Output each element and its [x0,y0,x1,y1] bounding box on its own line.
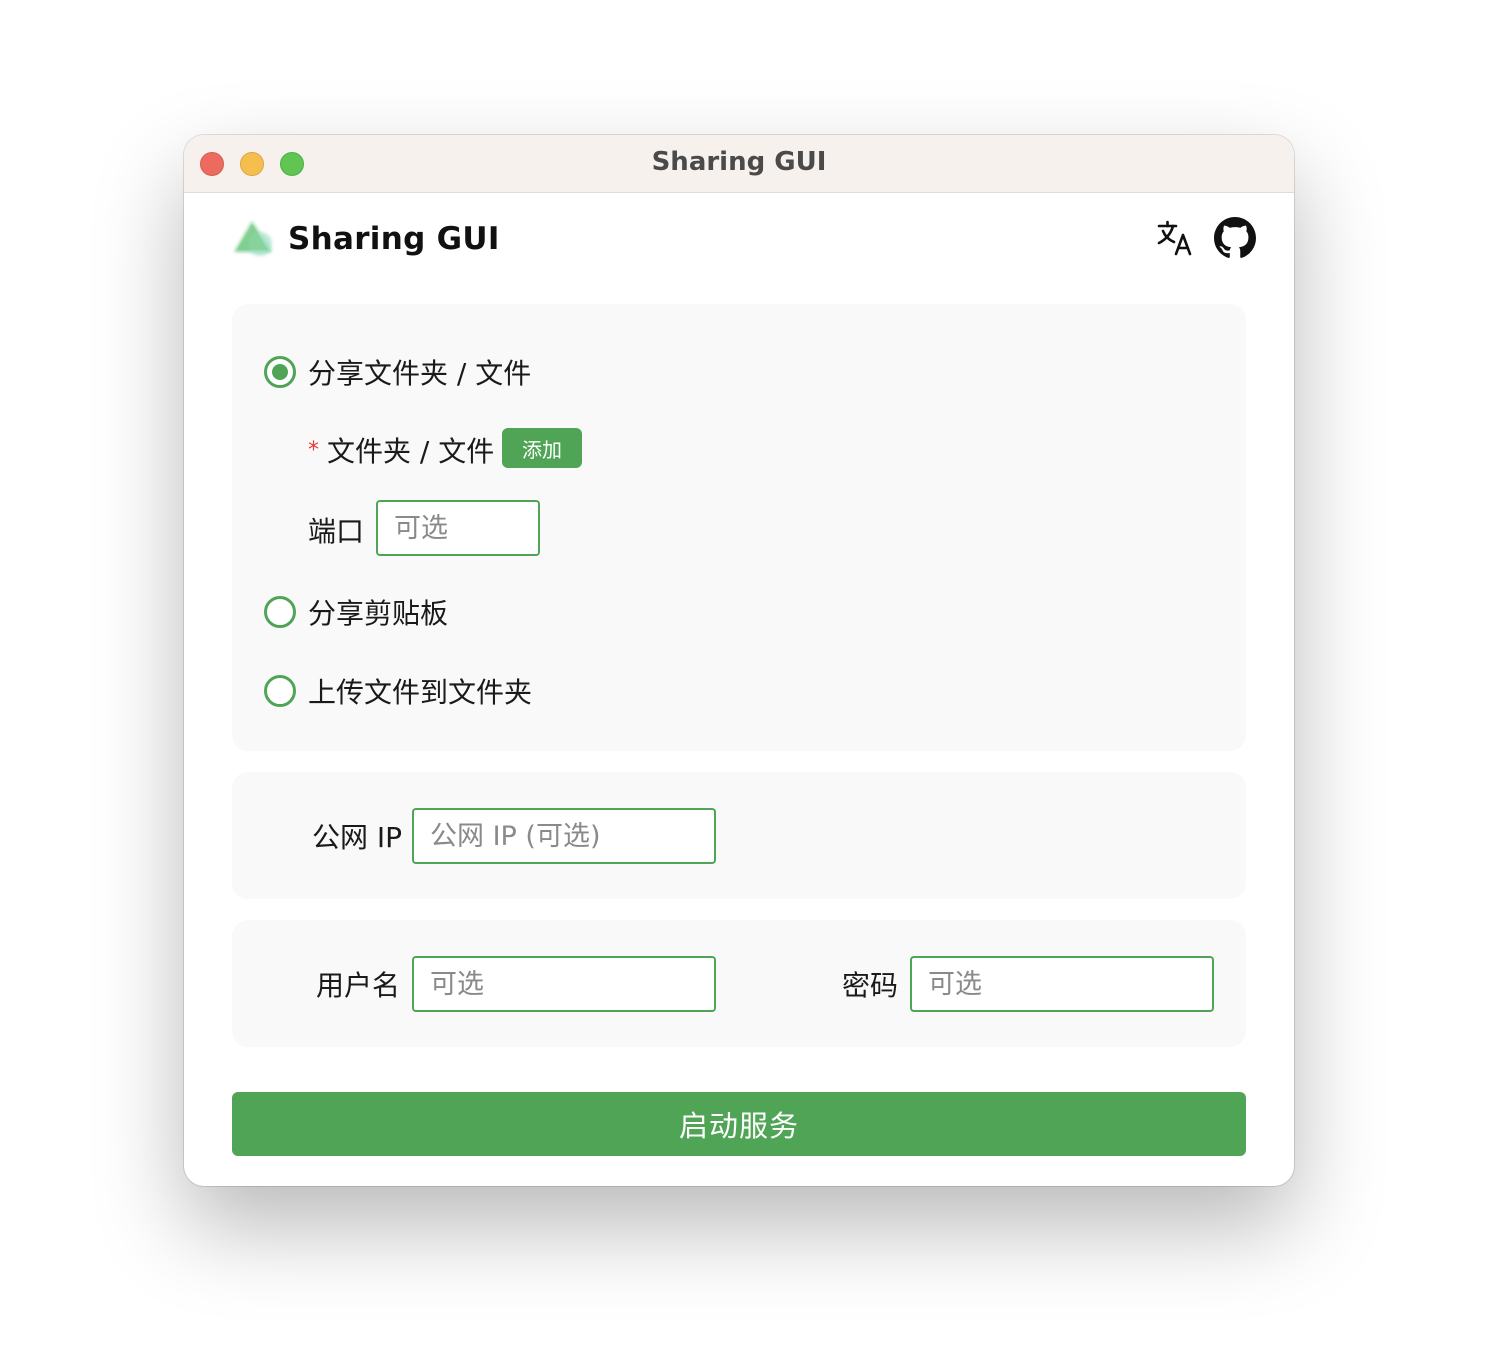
radio-button[interactable] [264,675,296,707]
translate-icon[interactable] [1154,217,1196,259]
share-mode-card: 分享文件夹 / 文件 * 文件夹 / 文件 添加 端口 分享剪贴板 上传文件到文件… [232,304,1246,751]
title-bar: Sharing GUI [184,135,1294,193]
auth-card: 用户名 密码 [232,920,1246,1047]
radio-label: 分享剪贴板 [308,597,449,630]
app-logo-icon [232,216,278,262]
radio-upload-to-folder[interactable]: 上传文件到文件夹 [264,671,532,711]
required-mark: * [308,438,319,463]
password-label: 密码 [842,969,899,1002]
files-field-label: * 文件夹 / 文件 [308,430,494,470]
app-name: Sharing GUI [288,221,500,257]
github-icon[interactable] [1214,217,1256,259]
radio-share-folder-file[interactable]: 分享文件夹 / 文件 [264,352,531,392]
username-input[interactable] [412,956,716,1012]
add-files-button[interactable]: 添加 [502,428,582,468]
radio-button-checked[interactable] [264,356,296,388]
radio-label: 分享文件夹 / 文件 [308,357,532,390]
app-window: Sharing GUI Sharing GUI 分享文件夹 / 文件 * 文件夹… [184,135,1294,1186]
files-label-text: 文件夹 / 文件 [327,435,495,468]
window-title: Sharing GUI [651,147,827,177]
password-input[interactable] [910,956,1214,1012]
start-service-button[interactable]: 启动服务 [232,1092,1246,1156]
network-card: 公网 IP [232,772,1246,899]
port-input[interactable] [376,500,540,556]
radio-label: 上传文件到文件夹 [308,676,533,709]
public-ip-input[interactable] [412,808,716,864]
radio-button[interactable] [264,596,296,628]
username-label: 用户名 [316,969,401,1002]
app-header: Sharing GUI [232,215,500,263]
header-actions [1154,217,1256,259]
radio-share-clipboard[interactable]: 分享剪贴板 [264,592,448,632]
public-ip-label: 公网 IP [312,821,403,854]
port-label: 端口 [308,515,365,548]
